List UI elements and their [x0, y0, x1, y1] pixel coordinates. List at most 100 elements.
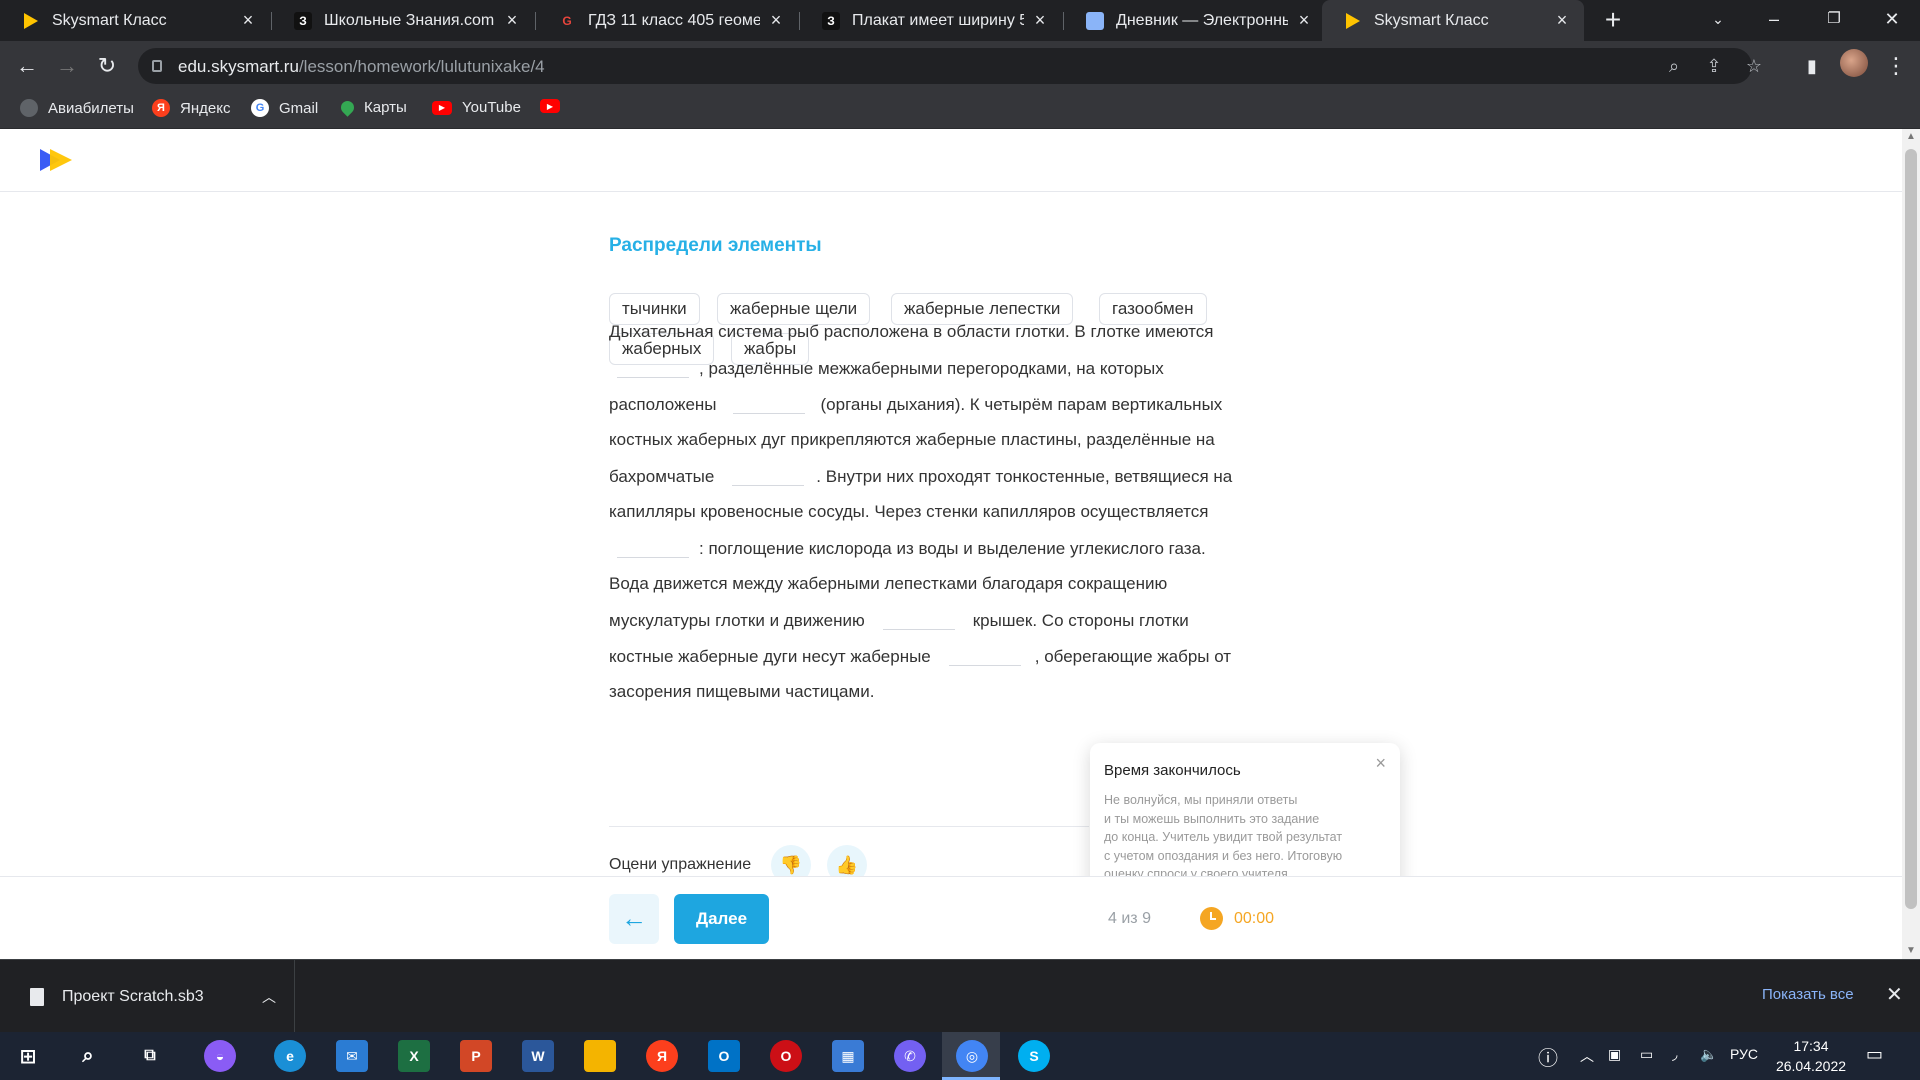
tab-label: Skysmart Класс: [1374, 11, 1489, 29]
chevron-up-icon[interactable]: ︿: [1580, 1046, 1594, 1066]
minimize-button[interactable]: –: [1746, 0, 1802, 41]
passage-line: : поглощение кислорода из воды и выделен…: [609, 538, 1206, 559]
excel-icon[interactable]: X: [398, 1040, 430, 1072]
tab-znaniya[interactable]: З Школьные Знания.com - Р ×: [272, 0, 534, 41]
answer-drop-slot[interactable]: [617, 358, 689, 378]
store-icon[interactable]: ▦: [832, 1040, 864, 1072]
star-icon[interactable]: ☆: [1742, 55, 1766, 79]
word-chip[interactable]: тычинки: [609, 293, 700, 325]
yandex-icon: Я: [152, 99, 170, 117]
passage-line: костных жаберных дуг прикрепляются жабер…: [609, 430, 1215, 449]
windows-start-icon[interactable]: ⊞: [12, 1040, 44, 1072]
help-icon[interactable]: ⓘ: [1538, 1042, 1558, 1071]
side-panel-icon[interactable]: ▮: [1796, 50, 1828, 82]
tab-search-chevron-icon[interactable]: ⌄: [1690, 0, 1746, 41]
passage-line: Вода движется между жаберными лепестками…: [609, 574, 1168, 593]
clock-icon: [1200, 907, 1223, 930]
answer-drop-slot[interactable]: [732, 394, 805, 414]
tab-label: ГДЗ 11 класс 405 геометри: [588, 11, 760, 29]
word-chip[interactable]: газообмен: [1099, 293, 1207, 325]
address-bar[interactable]: edu.skysmart.ru/lesson/homework/lulutuni…: [138, 48, 1762, 84]
back-arrow-icon[interactable]: ←: [11, 50, 43, 82]
tab-plakat[interactable]: З Плакат имеет ширину 5 см ×: [800, 0, 1062, 41]
download-item[interactable]: Проект Scratch.sb3 ︿: [20, 960, 295, 1033]
skysmart-play-icon: [22, 12, 40, 30]
edge-icon[interactable]: e: [274, 1040, 306, 1072]
zoom-icon[interactable]: ⌕: [1662, 55, 1686, 79]
word-icon[interactable]: W: [522, 1040, 554, 1072]
tab-skysmart-active[interactable]: Skysmart Класс ×: [1322, 0, 1584, 41]
browser-toolbar: ← → ↻ edu.skysmart.ru/lesson/homework/lu…: [0, 41, 1920, 91]
page-scrollbar[interactable]: ▲ ▼: [1902, 129, 1920, 959]
close-icon[interactable]: ✕: [1886, 982, 1903, 1007]
network-icon[interactable]: ◞: [1672, 1046, 1677, 1063]
close-icon[interactable]: ×: [1032, 10, 1048, 31]
znaniya-icon: З: [822, 11, 840, 30]
tray-app-icon[interactable]: ▣: [1608, 1046, 1621, 1063]
opera-icon[interactable]: O: [770, 1040, 802, 1072]
mail-icon[interactable]: ✉: [336, 1040, 368, 1072]
menu-dots-icon[interactable]: ⋮: [1880, 50, 1912, 82]
task-view-icon[interactable]: ⧉: [134, 1040, 166, 1072]
gdz-icon: G: [562, 13, 572, 28]
bookmark-yandex[interactable]: Я Яндекс: [152, 99, 230, 117]
chrome-icon[interactable]: ◎: [956, 1040, 988, 1072]
youtube-icon: ▶: [432, 100, 452, 115]
timer: 00:00: [1234, 910, 1275, 927]
passage-line: костные жаберные дуги несут жаберные, об…: [609, 646, 1232, 666]
close-icon[interactable]: ×: [1296, 10, 1312, 31]
download-shelf: Проект Scratch.sb3 ︿ Показать все ✕: [0, 959, 1920, 1033]
yandex-browser-icon[interactable]: Я: [646, 1040, 678, 1072]
system-clock[interactable]: 17:34 26.04.2022: [1774, 1036, 1848, 1076]
answer-drop-slot[interactable]: [948, 646, 1021, 666]
close-icon[interactable]: ×: [240, 10, 256, 31]
powerpoint-icon[interactable]: P: [460, 1040, 492, 1072]
bookmark-youtube-2[interactable]: ▶: [540, 99, 570, 113]
tab-dnevnik[interactable]: Дневник — Электронный ×: [1064, 0, 1326, 41]
close-icon[interactable]: ×: [1554, 10, 1570, 31]
window-close-button[interactable]: ✕: [1864, 0, 1920, 41]
avatar[interactable]: [1840, 49, 1868, 77]
battery-icon[interactable]: ▭: [1640, 1046, 1653, 1063]
share-icon[interactable]: ⇪: [1702, 55, 1726, 79]
language-indicator[interactable]: РУС: [1730, 1046, 1758, 1062]
bookmark-maps[interactable]: Карты: [338, 98, 407, 117]
answer-drop-slot[interactable]: [617, 538, 689, 558]
viber-icon[interactable]: ✆: [894, 1040, 926, 1072]
restore-button[interactable]: ❐: [1806, 0, 1862, 41]
notifications-icon[interactable]: ▭: [1866, 1044, 1883, 1065]
bookmark-youtube[interactable]: ▶ YouTube: [432, 99, 521, 116]
scroll-thumb[interactable]: [1905, 149, 1917, 909]
folder-icon[interactable]: [584, 1040, 616, 1072]
outlook-icon[interactable]: O: [708, 1040, 740, 1072]
tab-label: Плакат имеет ширину 5 см: [852, 11, 1024, 29]
tab-skysmart-1[interactable]: Skysmart Класс ×: [0, 0, 270, 41]
word-chip[interactable]: жаберные лепестки: [891, 293, 1074, 325]
bookmark-gmail[interactable]: G Gmail: [251, 99, 318, 117]
close-icon[interactable]: ×: [1375, 753, 1386, 774]
previous-step-button[interactable]: ←: [609, 894, 659, 944]
answer-drop-slot[interactable]: [732, 466, 805, 486]
tab-gdz[interactable]: G ГДЗ 11 класс 405 геометри ×: [536, 0, 798, 41]
skype-icon[interactable]: S: [1018, 1040, 1050, 1072]
answer-drop-slot[interactable]: [882, 610, 955, 630]
forward-arrow-icon[interactable]: →: [51, 50, 83, 82]
word-chip[interactable]: жаберные щели: [717, 293, 871, 325]
new-tab-button[interactable]: +: [1598, 6, 1628, 36]
bookmark-aviabilety[interactable]: Авиабилеты: [20, 99, 134, 117]
volume-icon[interactable]: 🔈: [1700, 1046, 1717, 1063]
tab-label: Школьные Знания.com - Р: [324, 11, 496, 29]
close-icon[interactable]: ×: [504, 10, 520, 31]
next-button[interactable]: Далее: [674, 894, 769, 944]
tab-label: Skysmart Класс: [52, 11, 167, 29]
alice-icon[interactable]: ◒: [204, 1040, 236, 1072]
show-all-downloads-link[interactable]: Показать все: [1762, 986, 1854, 1003]
scroll-up-icon[interactable]: ▲: [1906, 131, 1916, 142]
url-text[interactable]: edu.skysmart.ru/lesson/homework/lulutuni…: [178, 57, 545, 77]
close-icon[interactable]: ×: [768, 10, 784, 31]
search-icon[interactable]: ⌕: [72, 1040, 104, 1072]
reload-icon[interactable]: ↻: [91, 50, 123, 82]
page-header: [0, 129, 1902, 192]
chevron-up-icon[interactable]: ︿: [262, 987, 276, 1007]
scroll-down-icon[interactable]: ▼: [1906, 945, 1916, 956]
